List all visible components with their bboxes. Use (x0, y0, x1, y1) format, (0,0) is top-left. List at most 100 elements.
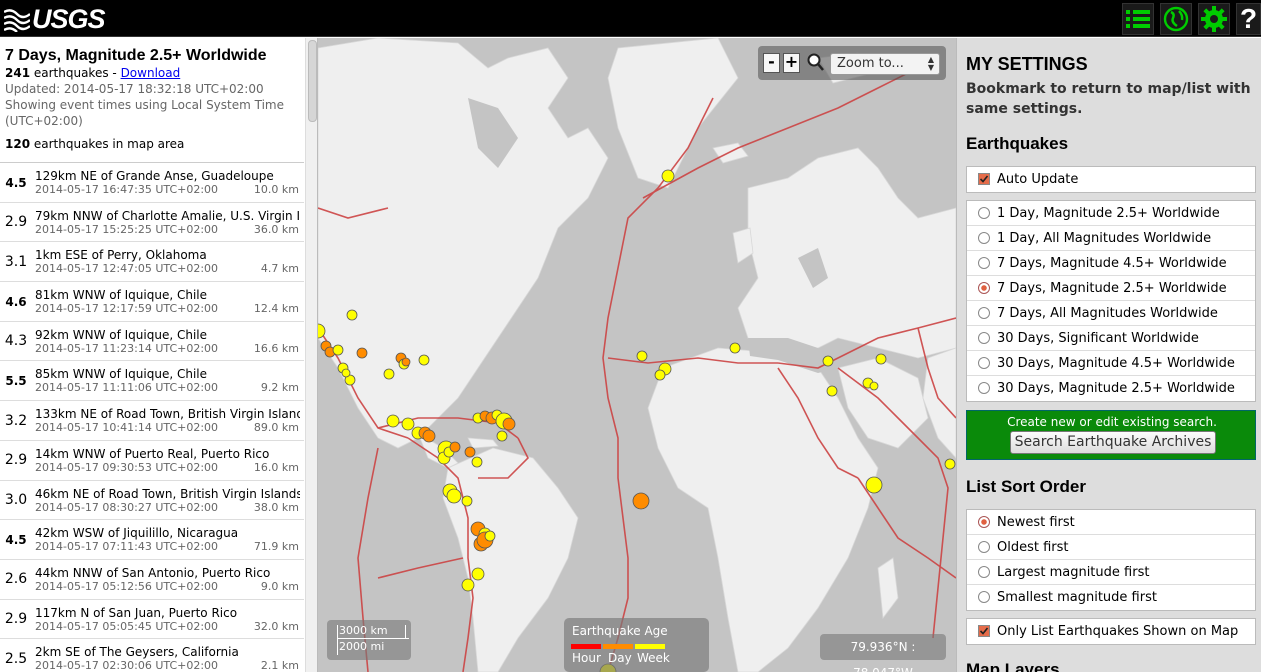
only-list-checkbox[interactable] (978, 625, 990, 637)
count-suffix: earthquakes - (30, 66, 121, 80)
settings-button[interactable] (1198, 3, 1230, 35)
settings-title: MY SETTINGS (966, 54, 1088, 74)
list-scrollbar[interactable] (305, 38, 317, 672)
sort-radio[interactable] (978, 591, 990, 603)
only-list-option[interactable]: Only List Earthquakes Shown on Map (967, 619, 1255, 644)
place: 129km NE of Grande Anse, Guadeloupe (35, 169, 274, 183)
map-area-count: 120 earthquakes in map area (5, 137, 299, 151)
help-button[interactable]: ? (1236, 3, 1261, 35)
magnitude: 2.9 (4, 214, 28, 231)
sort-radio[interactable] (978, 541, 990, 553)
earthquake-list-item[interactable]: 4.3 92km WNW of Iquique, Chile 2014-05-17 … (0, 322, 304, 362)
event-time: 2014-05-17 08:30:27 UTC+02:00 (35, 500, 219, 514)
sort-option[interactable]: Largest magnitude first (967, 560, 1255, 585)
checkmark-icon (979, 627, 989, 635)
list-view-button[interactable] (1122, 3, 1154, 35)
earthquake-list-item[interactable]: 5.5 85km WNW of Iquique, Chile 2014-05-17 … (0, 361, 304, 402)
age-week-label: Week (637, 651, 670, 665)
feed-label: 30 Days, Magnitude 4.5+ Worldwide (997, 356, 1235, 371)
magnitude: 4.6 (5, 294, 27, 309)
list-scrollbar-thumb[interactable] (308, 40, 317, 122)
auto-update-checkbox[interactable] (978, 173, 990, 185)
magnifier-icon (807, 53, 824, 71)
feed-option[interactable]: 30 Days, Significant Worldwide (967, 326, 1255, 351)
earthquake-list-item[interactable]: 4.5 42km WSW of Jiquilillo, Nicaragua 2014… (0, 520, 304, 560)
feed-radio[interactable] (978, 232, 990, 244)
feed-radio[interactable] (978, 307, 990, 319)
feed-option[interactable]: 30 Days, Magnitude 2.5+ Worldwide (967, 376, 1255, 401)
scale-km: 3000 km (339, 624, 388, 637)
place: 42km WSW of Jiquilillo, Nicaragua (35, 526, 239, 541)
usgs-logo[interactable]: USGS (4, 4, 106, 34)
zoom-search-button[interactable] (806, 52, 824, 72)
earthquake-list-item[interactable]: 2.9 117km N of San Juan, Puerto Rico 2014-… (0, 600, 304, 640)
zoom-out-button[interactable]: - (763, 53, 780, 73)
usgs-wave-icon (4, 6, 30, 32)
only-list-label: Only List Earthquakes Shown on Map (997, 624, 1239, 639)
list-header: 7 Days, Magnitude 2.5+ Worldwide 241 ear… (0, 38, 304, 163)
map-scale: 3000 km 2000 mi (327, 620, 411, 660)
depth: 32.0 km (253, 619, 299, 633)
search-archives-box: Create new or edit existing search. Sear… (966, 410, 1256, 460)
earthquake-map[interactable]: - + Zoom to... ▲ ▼ 3000 km 2000 mi Earthq… (318, 38, 956, 672)
sort-option[interactable]: Oldest first (967, 535, 1255, 560)
feed-radio[interactable] (978, 332, 990, 344)
feed-radio[interactable] (978, 382, 990, 394)
feed-option[interactable]: 30 Days, Magnitude 4.5+ Worldwide (967, 351, 1255, 376)
event-time: 2014-05-17 12:47:05 UTC+02:00 (35, 262, 219, 276)
feed-radio[interactable] (978, 207, 990, 219)
settings-note: Bookmark to return to map/list with same… (966, 81, 1251, 117)
feed-radio[interactable] (978, 257, 990, 269)
earthquake-list-item[interactable]: 2.9 14km WNW of Puerto Real, Puerto Rico 2… (0, 441, 304, 481)
age-day-swatch (603, 644, 633, 649)
place: 117km N of San Juan, Puerto Rico (35, 605, 238, 620)
earthquake-list-item[interactable]: 3.1 1km ESE of Perry, Oklahoma 2014-05-17 … (0, 242, 304, 283)
zoom-in-button[interactable]: + (783, 53, 800, 73)
map-view-button[interactable] (1160, 3, 1192, 35)
search-archives-button[interactable]: Search Earthquake Archives (1010, 431, 1216, 454)
earthquake-list-item[interactable]: 2.9 79km NNW of Charlotte Amalie, U.S. Vi… (0, 203, 304, 243)
place: 1km ESE of Perry, Oklahoma (35, 248, 207, 263)
sort-label: Newest first (997, 515, 1075, 530)
app-header: USGS ? (0, 0, 1261, 37)
earthquake-list-item[interactable]: 3.0 46km NE of Road Town, British Virgin … (0, 481, 304, 521)
place: 46km NE of Road Town, British Virgin Isl… (35, 486, 300, 501)
sort-option[interactable]: Smallest magnitude first (967, 585, 1255, 610)
depth: 10.0 km (253, 183, 299, 196)
feed-radio[interactable] (978, 282, 990, 294)
place: 14km WNW of Puerto Real, Puerto Rico (35, 446, 270, 461)
zoom-control: - + Zoom to... ▲ ▼ (758, 46, 946, 80)
feed-radio[interactable] (978, 357, 990, 369)
download-link[interactable]: Download (121, 66, 181, 80)
magnitude: 3.0 (4, 492, 28, 508)
magnitude: 4.5 (5, 532, 27, 547)
help-icon: ? (1239, 3, 1258, 34)
sort-radio[interactable] (978, 566, 990, 578)
earthquake-list-item[interactable]: 2.5 2km SE of The Geysers, California 2014… (0, 639, 304, 672)
feed-option[interactable]: 7 Days, All Magnitudes Worldwide (967, 301, 1255, 326)
world-map[interactable] (318, 38, 956, 672)
earthquake-list-pane: 7 Days, Magnitude 2.5+ Worldwide 241 ear… (0, 38, 318, 672)
earthquake-count-line: 241 earthquakes - Download (5, 65, 299, 81)
feed-option[interactable]: 7 Days, Magnitude 2.5+ Worldwide (967, 276, 1255, 301)
search-prompt: Create new or edit existing search. (1007, 415, 1217, 429)
feed-option[interactable]: 1 Day, All Magnitudes Worldwide (967, 226, 1255, 251)
sort-option[interactable]: Newest first (967, 510, 1255, 535)
feed-option[interactable]: 1 Day, Magnitude 2.5+ Worldwide (967, 201, 1255, 226)
depth: 12.4 km (253, 302, 299, 316)
magnitude: 2.9 (4, 452, 28, 469)
earthquake-list-item[interactable]: 4.6 81km WNW of Iquique, Chile 2014-05-17 … (0, 282, 304, 322)
zoom-to-select[interactable]: Zoom to... ▲ ▼ (830, 53, 940, 75)
earthquake-age-legend: Earthquake Age Hour Day Week (564, 618, 709, 672)
feed-option[interactable]: 7 Days, Magnitude 4.5+ Worldwide (967, 251, 1255, 276)
event-time: 2014-05-17 05:12:56 UTC+02:00 (35, 579, 219, 593)
auto-update-option[interactable]: Auto Update (967, 167, 1255, 192)
depth: 36.0 km (253, 222, 299, 236)
earthquake-list-item[interactable]: 2.6 44km NNW of San Antonio, Puerto Rico 2… (0, 560, 304, 600)
map-layers-heading: Map Layers (966, 660, 1060, 672)
sort-radio[interactable] (978, 516, 990, 528)
earthquake-list-item[interactable]: 4.5 129km NE of Grande Anse, Guadeloupe 20… (0, 163, 304, 203)
earthquake-list-item[interactable]: 3.2 133km NE of Road Town, British Virgin… (0, 401, 304, 441)
magnitude: 4.5 (5, 175, 27, 190)
age-hour-swatch (571, 644, 601, 649)
